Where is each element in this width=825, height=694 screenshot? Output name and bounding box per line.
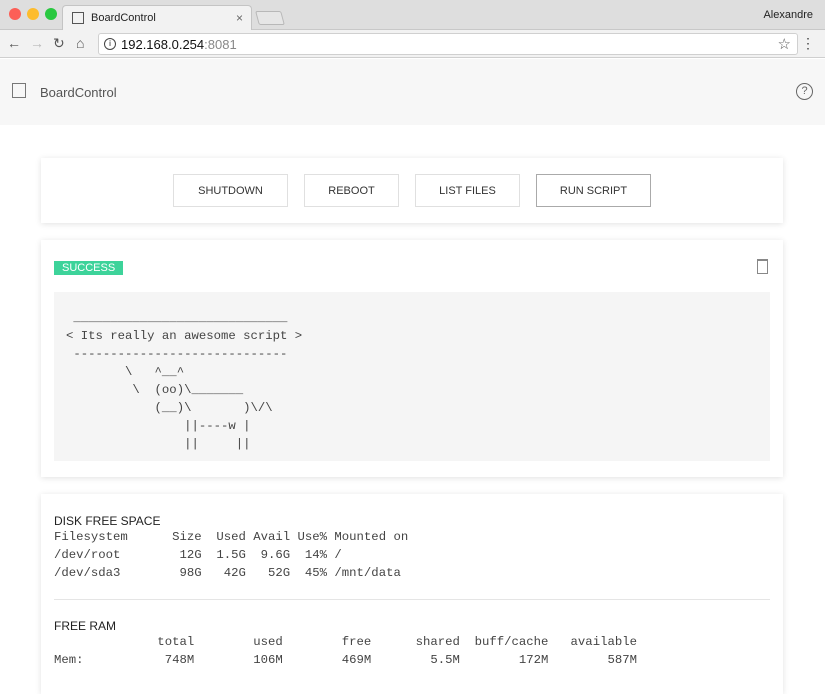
- disk-heading: DISK FREE SPACE: [54, 514, 161, 528]
- info-icon[interactable]: i: [104, 38, 116, 50]
- help-icon[interactable]: ?: [796, 83, 813, 100]
- ram-output: total used free shared buff/cache availa…: [54, 635, 637, 667]
- tab-title: BoardControl: [91, 12, 156, 24]
- disk-output: Filesystem Size Used Avail Use% Mounted …: [54, 530, 409, 580]
- trash-icon[interactable]: [757, 259, 768, 274]
- actions-card: SHUTDOWN REBOOT LIST FILES RUN SCRIPT: [41, 158, 783, 223]
- url-bar[interactable]: i 192.168.0.254:8081 ☆: [98, 33, 798, 55]
- url-port: :8081: [204, 37, 237, 52]
- forward-icon[interactable]: →: [30, 35, 44, 51]
- divider: [54, 599, 770, 600]
- bookmark-star-icon[interactable]: ☆: [778, 35, 791, 53]
- script-output: _____________________________ < Its real…: [54, 292, 770, 461]
- run-script-button[interactable]: RUN SCRIPT: [536, 174, 651, 207]
- close-tab-icon[interactable]: ×: [236, 11, 243, 25]
- reload-icon[interactable]: ↻: [53, 35, 65, 52]
- home-icon[interactable]: ⌂: [76, 35, 84, 51]
- minimize-window-button[interactable]: [27, 8, 39, 20]
- url-host: 192.168.0.254: [121, 37, 205, 52]
- close-window-button[interactable]: [9, 8, 21, 20]
- system-info-card: DISK FREE SPACE Filesystem Size Used Ava…: [41, 494, 783, 694]
- ram-heading: FREE RAM: [54, 619, 117, 633]
- script-output-text: _____________________________ < Its real…: [66, 311, 303, 451]
- browser-tab[interactable]: BoardControl ×: [62, 5, 252, 31]
- maximize-window-button[interactable]: [45, 8, 57, 20]
- reboot-button[interactable]: REBOOT: [304, 174, 399, 207]
- status-badge: SUCCESS: [54, 261, 124, 275]
- server-icon: [72, 12, 84, 24]
- server-icon: [12, 83, 26, 98]
- new-tab-button[interactable]: [255, 11, 285, 25]
- browser-tab-bar: BoardControl × Alexandre: [0, 0, 825, 31]
- address-toolbar: ← → ↻ ⌂ i 192.168.0.254:8081 ☆ ⋮: [0, 30, 825, 58]
- browser-menu-icon[interactable]: ⋮: [801, 35, 815, 52]
- app-title: BoardControl: [40, 85, 117, 100]
- back-icon[interactable]: ←: [7, 35, 21, 51]
- list-files-button[interactable]: LIST FILES: [415, 174, 520, 207]
- shutdown-button[interactable]: SHUTDOWN: [173, 174, 288, 207]
- result-card: SUCCESS _____________________________ < …: [41, 240, 783, 477]
- app-header: BoardControl ?: [0, 59, 825, 125]
- profile-name[interactable]: Alexandre: [763, 9, 813, 21]
